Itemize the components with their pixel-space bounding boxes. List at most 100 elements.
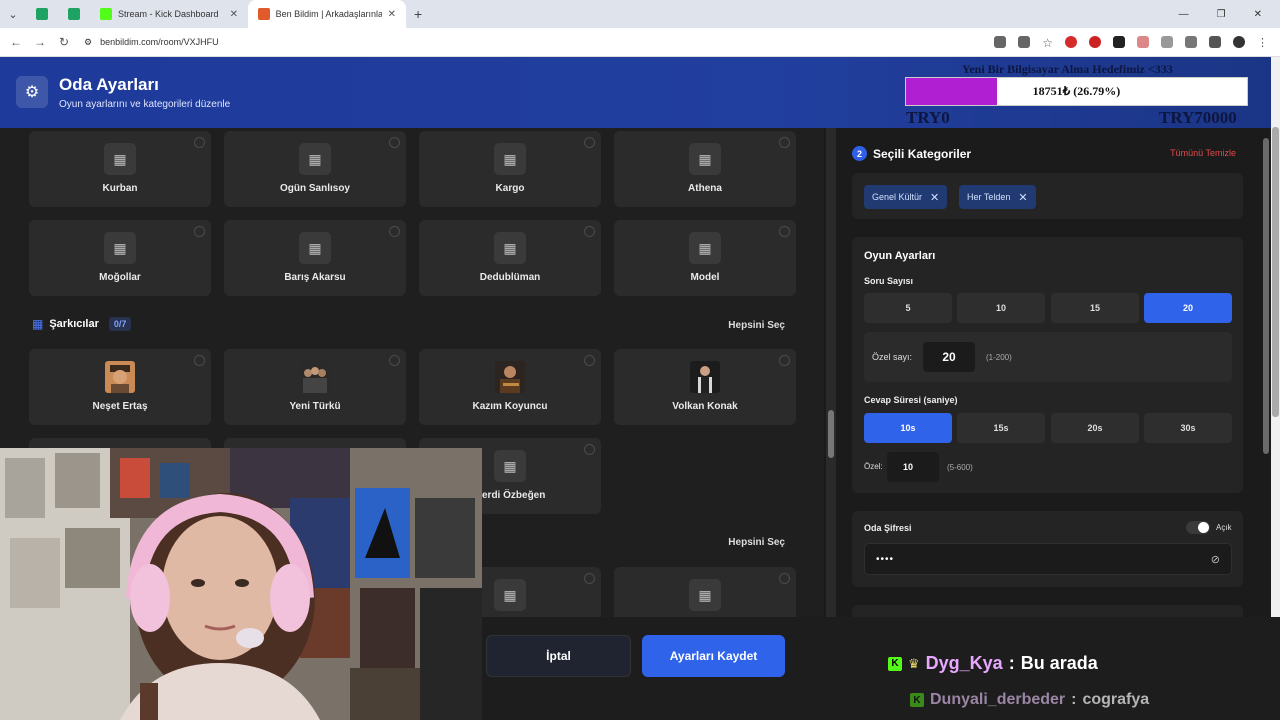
gear-icon: ⚙ — [16, 76, 48, 108]
time-option-10s[interactable]: 10s — [864, 413, 952, 443]
building-icon: ▦ — [494, 232, 526, 264]
scrollbar-thumb[interactable] — [828, 410, 834, 458]
time-option-15s[interactable]: 15s — [957, 413, 1045, 443]
benbildim-icon — [258, 8, 270, 20]
eye-off-icon[interactable]: ⊘ — [1211, 553, 1221, 566]
goal-min-label: TRY0 — [906, 108, 950, 127]
minimize-icon[interactable]: — — [1179, 9, 1189, 20]
category-card[interactable]: ▦ Barış Akarsu — [224, 220, 406, 296]
close-icon[interactable]: ✕ — [930, 191, 939, 204]
browser-tab-sheets-1[interactable] — [26, 0, 58, 28]
select-radio[interactable] — [194, 137, 205, 148]
select-all-button[interactable]: Hepsini Seç — [728, 537, 785, 548]
category-card[interactable]: Volkan Konak — [614, 349, 796, 425]
browser-tab-bar: ⌄ Stream - Kick Dashboard ✕ Ben Bildim |… — [0, 0, 1280, 28]
select-radio[interactable] — [779, 226, 790, 237]
question-option-15[interactable]: 15 — [1051, 293, 1139, 323]
category-card[interactable]: ▦ Model — [614, 220, 796, 296]
extension-red-icon[interactable] — [1089, 36, 1101, 48]
password-toggle[interactable] — [1186, 521, 1210, 534]
key-icon[interactable] — [994, 36, 1007, 48]
save-settings-button[interactable]: Ayarları Kaydet — [642, 635, 785, 677]
question-option-20[interactable]: 20 — [1144, 293, 1232, 323]
cancel-button[interactable]: İptal — [486, 635, 631, 677]
tab-search-icon[interactable]: ⌄ — [0, 1, 26, 27]
site-info-icon[interactable]: ⚙ — [84, 37, 92, 48]
select-radio[interactable] — [779, 573, 790, 584]
game-settings-box: Oyun Ayarları Soru Sayısı 5 10 15 20 Öze… — [852, 237, 1243, 493]
password-input[interactable]: •••• ⊘ — [864, 543, 1232, 575]
right-panel-scrollbar[interactable] — [1261, 128, 1271, 617]
extension-dark-icon[interactable] — [1113, 36, 1125, 48]
tab-label: Stream - Kick Dashboard — [118, 9, 219, 19]
puzzle-icon[interactable] — [1185, 36, 1197, 48]
category-card[interactable]: Yeni Türkü — [224, 349, 406, 425]
chat-username: Dunyali_derbeder — [930, 691, 1066, 708]
time-option-30s[interactable]: 30s — [1144, 413, 1232, 443]
category-card[interactable]: ▦ Athena — [614, 131, 796, 207]
select-all-button[interactable]: Hepsini Seç — [728, 320, 785, 331]
category-card[interactable]: ▦ Moğollar — [29, 220, 211, 296]
question-option-10[interactable]: 10 — [957, 293, 1045, 323]
sheets-icon — [36, 8, 48, 20]
browser-tab-benbildim[interactable]: Ben Bildim | Arkadaşlarınla Onl ✕ — [248, 0, 406, 28]
install-icon[interactable] — [1018, 36, 1031, 48]
category-photo — [300, 361, 330, 393]
new-tab-icon[interactable]: + — [406, 6, 430, 22]
tab-label: Ben Bildim | Arkadaşlarınla Onl — [275, 9, 382, 19]
opera-icon[interactable] — [1065, 36, 1077, 48]
playlist-icon[interactable] — [1209, 36, 1221, 48]
custom-time-range: (5-600) — [947, 463, 973, 472]
back-icon[interactable]: ← — [4, 35, 28, 49]
url-field[interactable]: ⚙ benbildim.com/room/VXJHFU — [84, 37, 219, 48]
select-radio[interactable] — [779, 355, 790, 366]
restore-icon[interactable]: ❐ — [1217, 9, 1226, 20]
custom-count-input[interactable]: 20 — [923, 342, 975, 372]
browser-tab-kick[interactable]: Stream - Kick Dashboard ✕ — [90, 0, 248, 28]
category-label: Volkan Konak — [672, 401, 738, 412]
category-card[interactable]: ▦ — [614, 567, 796, 617]
category-card[interactable]: ▦ Dedublüman — [419, 220, 601, 296]
category-label: Moğollar — [99, 272, 141, 283]
clear-all-button[interactable]: Tümünü Temizle — [1170, 148, 1236, 158]
select-radio[interactable] — [584, 226, 595, 237]
select-radio[interactable] — [194, 355, 205, 366]
kick-badge-icon: K — [910, 693, 924, 707]
close-icon[interactable]: ✕ — [1018, 191, 1027, 204]
close-icon[interactable]: ✕ — [230, 9, 238, 20]
page-scrollbar[interactable] — [1271, 57, 1280, 617]
reload-icon[interactable]: ↻ — [52, 35, 76, 49]
kick-badge-icon: K — [888, 656, 902, 671]
star-icon[interactable]: ☆ — [1042, 36, 1053, 50]
close-icon[interactable]: ✕ — [388, 9, 396, 20]
select-radio[interactable] — [389, 137, 400, 148]
select-radio[interactable] — [584, 573, 595, 584]
select-radio[interactable] — [389, 355, 400, 366]
menu-icon[interactable]: ⋮ — [1257, 36, 1268, 49]
category-card[interactable]: ▦ Kargo — [419, 131, 601, 207]
select-radio[interactable] — [584, 137, 595, 148]
left-scrollbar[interactable] — [826, 128, 836, 617]
category-card[interactable]: Neşet Ertaş — [29, 349, 211, 425]
select-radio[interactable] — [194, 226, 205, 237]
extension-pink-icon[interactable] — [1137, 36, 1149, 48]
category-card[interactable]: Kazım Koyuncu — [419, 349, 601, 425]
browser-tab-sheets-2[interactable] — [58, 0, 90, 28]
scrollbar-thumb[interactable] — [1263, 138, 1269, 454]
close-window-icon[interactable]: ✕ — [1254, 9, 1262, 20]
time-option-20s[interactable]: 20s — [1051, 413, 1139, 443]
avatar[interactable] — [1233, 36, 1245, 48]
building-icon: ▦ — [689, 232, 721, 264]
shield-icon[interactable] — [1161, 36, 1173, 48]
category-card[interactable]: ▦ Kurban — [29, 131, 211, 207]
custom-time-input[interactable]: 10 — [887, 452, 939, 482]
select-radio[interactable] — [779, 137, 790, 148]
toggle-knob — [1198, 522, 1209, 533]
scrollbar-thumb[interactable] — [1272, 127, 1279, 417]
select-radio[interactable] — [584, 444, 595, 455]
select-radio[interactable] — [584, 355, 595, 366]
category-card[interactable]: ▦ Ogün Sanlısoy — [224, 131, 406, 207]
question-option-5[interactable]: 5 — [864, 293, 952, 323]
forward-icon[interactable]: → — [28, 35, 52, 49]
select-radio[interactable] — [389, 226, 400, 237]
